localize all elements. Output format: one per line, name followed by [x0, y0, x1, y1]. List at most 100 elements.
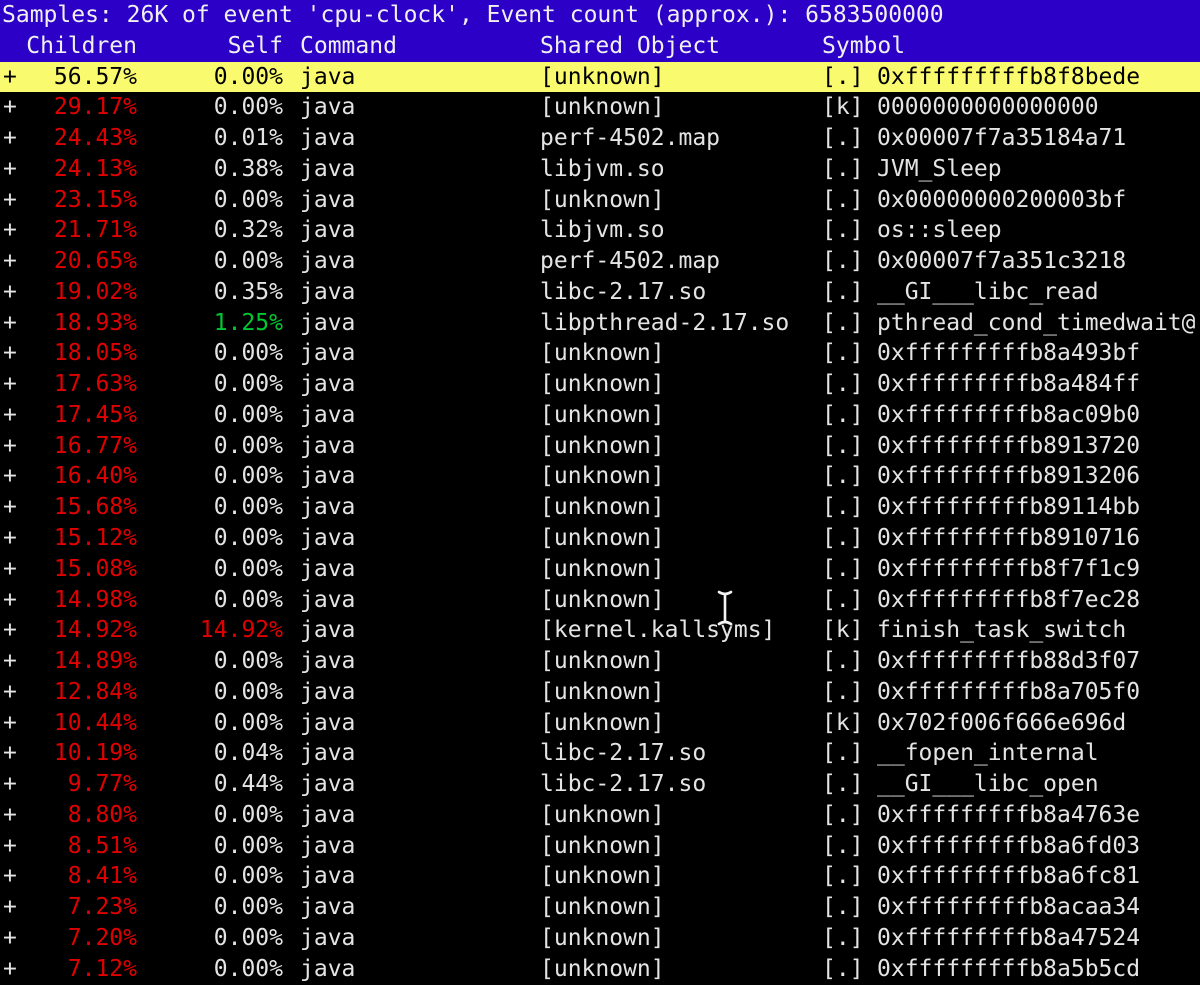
symbol-cell: 0x00007f7a35184a71 [877, 123, 1200, 154]
expand-toggle[interactable]: + [0, 461, 41, 492]
symbol-cell: __GI___libc_open [877, 769, 1200, 800]
expand-toggle[interactable]: + [0, 615, 41, 646]
perf-row[interactable]: + 16.77% 0.00% java [unknown] [.] 0xffff… [0, 431, 1200, 462]
self-percent: 0.00% [137, 554, 283, 585]
shared-object-cell: [unknown] [540, 92, 822, 123]
command-cell: java [300, 246, 540, 277]
perf-row[interactable]: + 17.63% 0.00% java [unknown] [.] 0xffff… [0, 369, 1200, 400]
perf-row[interactable]: + 14.98% 0.00% java [unknown] [.] 0xffff… [0, 585, 1200, 616]
expand-toggle[interactable]: + [0, 338, 41, 369]
perf-row[interactable]: + 15.08% 0.00% java [unknown] [.] 0xffff… [0, 554, 1200, 585]
expand-toggle[interactable]: + [0, 92, 41, 123]
expand-toggle[interactable]: + [0, 492, 41, 523]
shared-object-cell: libjvm.so [540, 154, 822, 185]
self-percent: 0.00% [137, 831, 283, 862]
module-marker: [.] [822, 800, 877, 831]
self-percent: 14.92% [137, 615, 283, 646]
perf-row[interactable]: + 8.41% 0.00% java [unknown] [.] 0xfffff… [0, 861, 1200, 892]
perf-row[interactable]: + 56.57% 0.00% java [unknown] [.] 0xffff… [0, 62, 1200, 93]
expand-toggle[interactable]: + [0, 646, 41, 677]
perf-row[interactable]: + 9.77% 0.44% java libc-2.17.so [.] __GI… [0, 769, 1200, 800]
perf-row[interactable]: + 8.51% 0.00% java [unknown] [.] 0xfffff… [0, 831, 1200, 862]
command-cell: java [300, 277, 540, 308]
perf-row[interactable]: + 15.12% 0.00% java [unknown] [.] 0xffff… [0, 523, 1200, 554]
perf-row[interactable]: + 8.80% 0.00% java [unknown] [.] 0xfffff… [0, 800, 1200, 831]
expand-toggle[interactable]: + [0, 369, 41, 400]
perf-row[interactable]: + 17.45% 0.00% java [unknown] [.] 0xffff… [0, 400, 1200, 431]
shared-object-cell: [unknown] [540, 400, 822, 431]
expand-toggle[interactable]: + [0, 554, 41, 585]
symbol-cell: 0xfffffffffb8a484ff [877, 369, 1200, 400]
expand-toggle[interactable]: + [0, 431, 41, 462]
perf-row[interactable]: + 18.05% 0.00% java [unknown] [.] 0xffff… [0, 338, 1200, 369]
expand-toggle[interactable]: + [0, 246, 41, 277]
expand-toggle[interactable]: + [0, 708, 41, 739]
perf-row[interactable]: + 7.23% 0.00% java [unknown] [.] 0xfffff… [0, 892, 1200, 923]
perf-row[interactable]: + 10.19% 0.04% java libc-2.17.so [.] __f… [0, 738, 1200, 769]
symbol-cell: 0xfffffffffb89114bb [877, 492, 1200, 523]
symbol-cell: 0xfffffffffb8a6fc81 [877, 861, 1200, 892]
children-percent: 14.92% [41, 615, 137, 646]
expand-toggle[interactable]: + [0, 215, 41, 246]
rows-container: + 56.57% 0.00% java [unknown] [.] 0xffff… [0, 62, 1200, 985]
expand-toggle[interactable]: + [0, 154, 41, 185]
module-marker: [.] [822, 523, 877, 554]
expand-toggle[interactable]: + [0, 123, 41, 154]
module-marker: [.] [822, 461, 877, 492]
perf-row[interactable]: + 16.40% 0.00% java [unknown] [.] 0xffff… [0, 461, 1200, 492]
expand-toggle[interactable]: + [0, 523, 41, 554]
perf-row[interactable]: + 18.93% 1.25% java libpthread-2.17.so [… [0, 308, 1200, 339]
symbol-cell: JVM_Sleep [877, 154, 1200, 185]
perf-row[interactable]: + 15.68% 0.00% java [unknown] [.] 0xffff… [0, 492, 1200, 523]
perf-row[interactable]: + 14.89% 0.00% java [unknown] [.] 0xffff… [0, 646, 1200, 677]
self-percent: 0.32% [137, 215, 283, 246]
perf-row[interactable]: + 29.17% 0.00% java [unknown] [k] 000000… [0, 92, 1200, 123]
module-marker: [.] [822, 831, 877, 862]
children-percent: 24.43% [41, 123, 137, 154]
shared-object-cell: [unknown] [540, 185, 822, 216]
perf-row[interactable]: + 12.84% 0.00% java [unknown] [.] 0xffff… [0, 677, 1200, 708]
children-percent: 16.40% [41, 461, 137, 492]
perf-row[interactable]: + 24.13% 0.38% java libjvm.so [.] JVM_Sl… [0, 154, 1200, 185]
command-cell: java [300, 123, 540, 154]
expand-toggle[interactable]: + [0, 185, 41, 216]
expand-toggle[interactable]: + [0, 62, 41, 93]
children-percent: 15.68% [41, 492, 137, 523]
perf-row[interactable]: + 7.12% 0.00% java [unknown] [.] 0xfffff… [0, 954, 1200, 985]
expand-toggle[interactable]: + [0, 892, 41, 923]
shared-object-cell: [kernel.kallsyms] [540, 615, 822, 646]
self-percent: 0.00% [137, 492, 283, 523]
perf-row[interactable]: + 21.71% 0.32% java libjvm.so [.] os::sl… [0, 215, 1200, 246]
self-percent: 0.00% [137, 400, 283, 431]
module-marker: [.] [822, 646, 877, 677]
module-marker: [k] [822, 615, 877, 646]
expand-toggle[interactable]: + [0, 738, 41, 769]
perf-row[interactable]: + 14.92% 14.92% java [kernel.kallsyms] [… [0, 615, 1200, 646]
module-marker: [.] [822, 923, 877, 954]
symbol-cell: 0x00000000200003bf [877, 185, 1200, 216]
expand-toggle[interactable]: + [0, 585, 41, 616]
expand-toggle[interactable]: + [0, 954, 41, 985]
expand-toggle[interactable]: + [0, 308, 41, 339]
command-cell: java [300, 615, 540, 646]
perf-row[interactable]: + 23.15% 0.00% java [unknown] [.] 0x0000… [0, 185, 1200, 216]
expand-toggle[interactable]: + [0, 277, 41, 308]
expand-toggle[interactable]: + [0, 831, 41, 862]
expand-toggle[interactable]: + [0, 769, 41, 800]
expand-toggle[interactable]: + [0, 800, 41, 831]
symbol-cell: 0xfffffffffb8acaa34 [877, 892, 1200, 923]
module-marker: [.] [822, 215, 877, 246]
perf-row[interactable]: + 7.20% 0.00% java [unknown] [.] 0xfffff… [0, 923, 1200, 954]
expand-toggle[interactable]: + [0, 923, 41, 954]
perf-row[interactable]: + 10.44% 0.00% java [unknown] [k] 0x702f… [0, 708, 1200, 739]
module-marker: [.] [822, 123, 877, 154]
expand-toggle[interactable]: + [0, 400, 41, 431]
self-percent: 0.00% [137, 646, 283, 677]
expand-toggle[interactable]: + [0, 861, 41, 892]
symbol-cell: 0xfffffffffb8a705f0 [877, 677, 1200, 708]
expand-toggle[interactable]: + [0, 677, 41, 708]
shared-object-cell: [unknown] [540, 523, 822, 554]
perf-row[interactable]: + 20.65% 0.00% java perf-4502.map [.] 0x… [0, 246, 1200, 277]
perf-row[interactable]: + 24.43% 0.01% java perf-4502.map [.] 0x… [0, 123, 1200, 154]
perf-row[interactable]: + 19.02% 0.35% java libc-2.17.so [.] __G… [0, 277, 1200, 308]
